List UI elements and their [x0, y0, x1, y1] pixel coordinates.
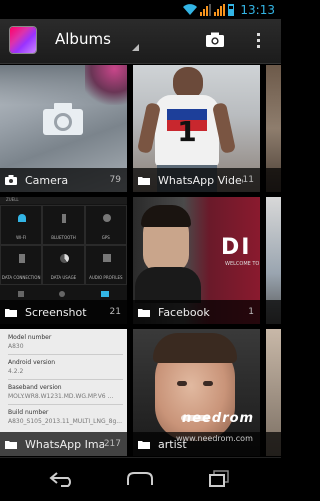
quick-tile-label: DATA CONNECTION	[1, 275, 41, 280]
navigation-bar	[0, 457, 281, 501]
overflow-menu-button[interactable]	[248, 28, 268, 52]
album-caption	[266, 168, 281, 192]
album-tile-partial[interactable]	[266, 197, 281, 324]
signal-icon-2	[214, 3, 226, 16]
quick-tile-label: WI-FI	[16, 235, 27, 240]
about-line: 4.2.2	[8, 368, 24, 375]
recent-apps-icon	[209, 470, 229, 487]
page-title[interactable]: Albums	[55, 30, 111, 48]
album-tile-partial[interactable]	[266, 65, 281, 192]
clock: 13:13	[240, 2, 275, 17]
back-button[interactable]	[42, 464, 82, 494]
album-name: Facebook	[158, 305, 210, 319]
folder-icon	[5, 308, 17, 317]
about-line: Android version	[8, 359, 56, 366]
about-line: A830	[8, 343, 24, 350]
folder-icon	[138, 176, 150, 185]
action-bar: Albums	[0, 19, 281, 64]
quick-tile-label: AUDIO PROFILES	[89, 275, 123, 280]
needrom-logo: needrom	[182, 411, 255, 426]
back-icon	[49, 472, 71, 487]
album-name: WhatsApp Video	[158, 173, 243, 187]
about-line: A830_S105_2013.11_MULTI_LNG_8g...	[8, 418, 122, 425]
album-name: Camera	[25, 173, 69, 187]
quick-tile-label: GPS	[101, 235, 110, 240]
camera-icon	[206, 32, 224, 47]
camera-placeholder-icon	[43, 103, 83, 135]
home-icon	[127, 472, 153, 485]
album-tile-whatsapp-video[interactable]: 1 WhatsApp Video 11	[133, 65, 260, 192]
recent-apps-button[interactable]	[199, 464, 239, 494]
album-tile-partial[interactable]	[266, 329, 281, 456]
album-tile-whatsapp-images[interactable]: Model number A830 Android version 4.2.2 …	[0, 329, 127, 456]
album-caption: Facebook 1	[133, 300, 260, 324]
signal-icon	[200, 3, 212, 16]
folder-icon	[5, 440, 17, 449]
home-button[interactable]	[120, 464, 160, 494]
watermark-url: www.needrom.com	[176, 434, 253, 443]
album-caption: Camera 79	[0, 168, 127, 192]
about-line: Build number	[8, 409, 49, 416]
folder-icon	[138, 308, 150, 317]
album-tile-facebook[interactable]: DI M WELCOME TO Facebook 1	[133, 197, 260, 324]
album-caption: Screenshot 21	[0, 300, 127, 324]
album-count: 11	[242, 175, 254, 185]
album-tile-camera[interactable]: Camera 79	[0, 65, 127, 192]
album-grid: Camera 79 1 WhatsApp Video 11 ZUELL WI-F…	[0, 63, 281, 457]
album-tile-screenshot[interactable]: ZUELL WI-FI BLUETOOTH GPS DATA CONNECTIO…	[0, 197, 127, 324]
folder-icon	[138, 440, 150, 449]
screenshot-header-text: ZUELL	[6, 197, 19, 202]
facebook-thumb-subtitle: WELCOME TO	[225, 261, 260, 267]
album-caption	[266, 300, 281, 324]
album-count: 217	[103, 439, 121, 449]
album-caption: WhatsApp Images 217	[0, 432, 127, 456]
dropdown-indicator-icon[interactable]	[132, 44, 139, 51]
album-count: 21	[109, 307, 121, 317]
quick-tile-label: DATA USAGE	[50, 275, 77, 280]
album-name: Screenshot	[25, 305, 87, 319]
wifi-icon	[183, 3, 198, 15]
quick-tile-label: BLUETOOTH	[51, 235, 76, 240]
album-caption: WhatsApp Video 11	[133, 168, 260, 192]
gallery-app-icon[interactable]	[10, 27, 36, 53]
battery-icon	[228, 3, 235, 16]
status-bar: 13:13	[0, 0, 281, 19]
camera-icon	[5, 175, 17, 185]
album-count: 1	[248, 307, 254, 317]
album-count: 79	[109, 175, 121, 185]
about-line: Baseband version	[8, 384, 62, 391]
album-name: WhatsApp Images	[25, 437, 104, 451]
facebook-thumb-logo: DI M	[221, 235, 260, 260]
camera-button[interactable]	[203, 28, 227, 52]
about-line: MOLY.WR8.W1231.MD.WG.MP.V6 ...	[8, 393, 114, 400]
album-caption	[266, 432, 281, 456]
about-line: Model number	[8, 334, 52, 341]
